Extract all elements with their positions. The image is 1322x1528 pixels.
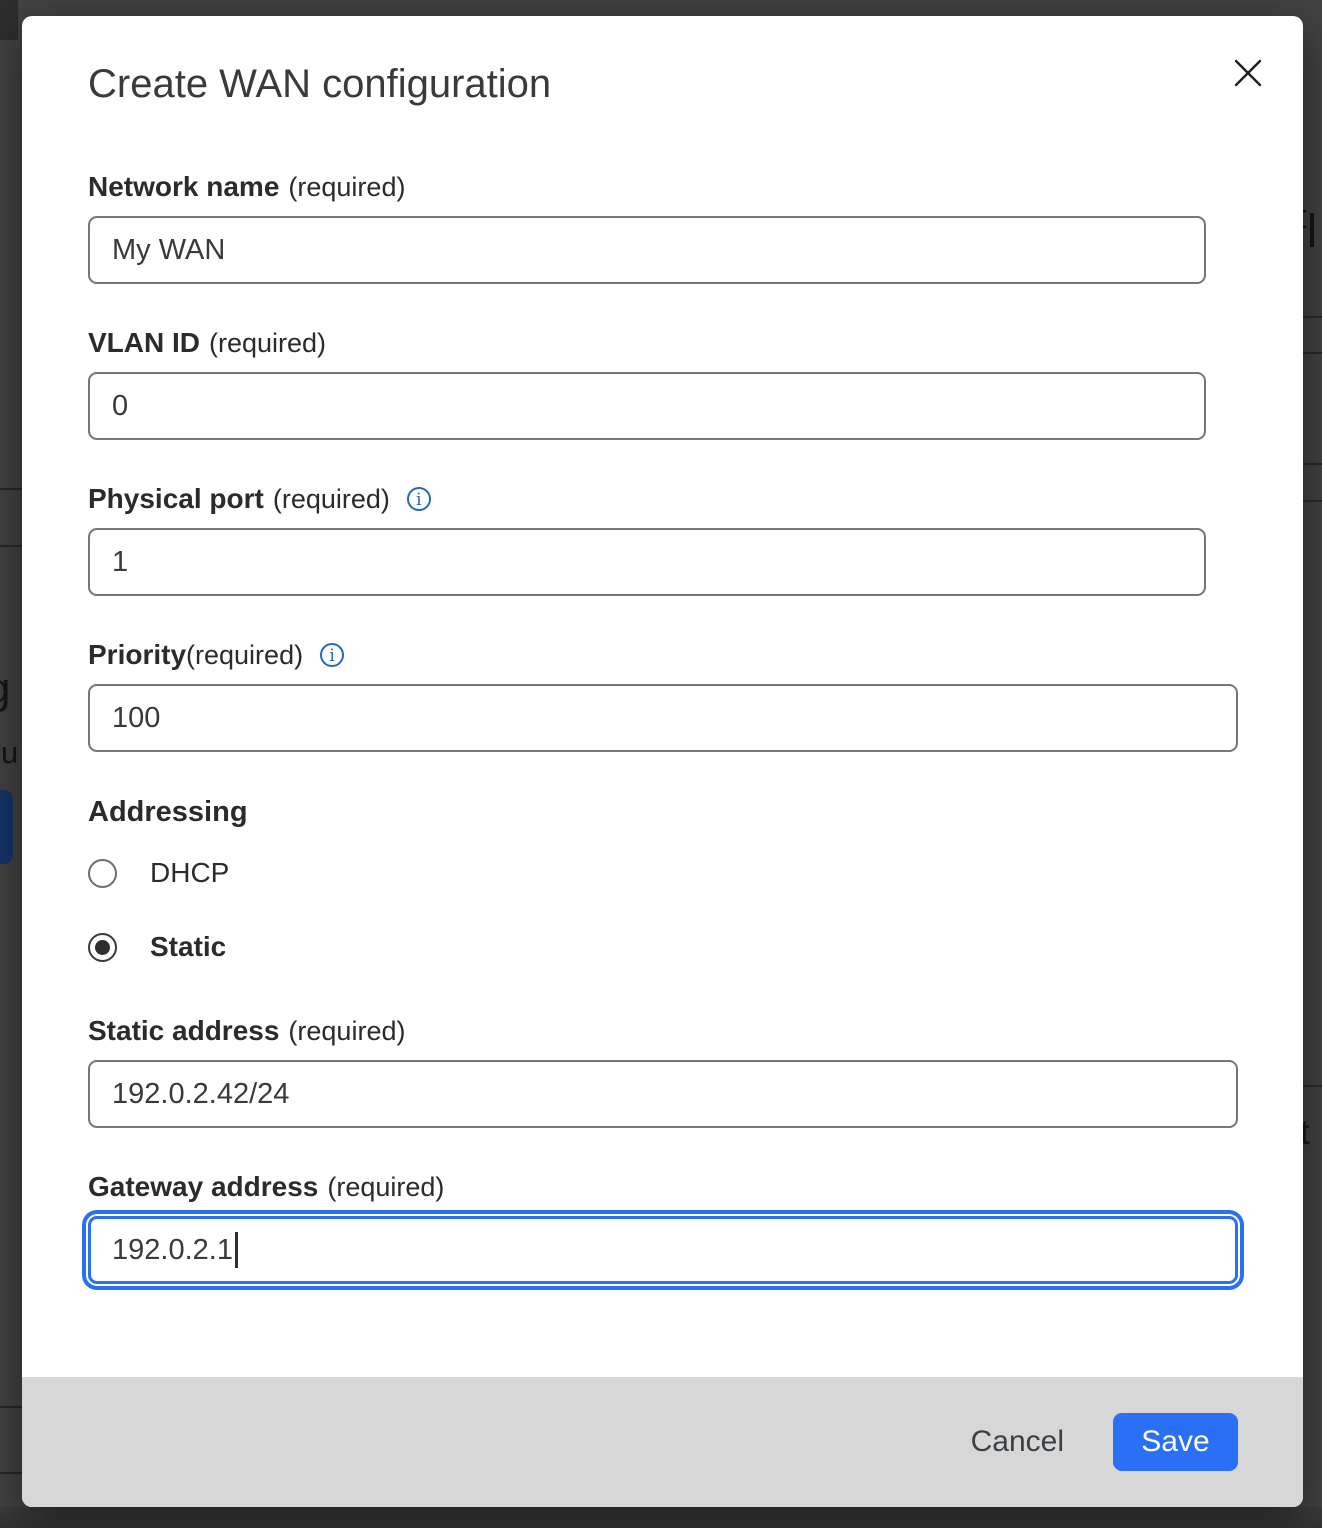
- background-row-line: [1303, 1085, 1322, 1087]
- background-row-line: [0, 488, 22, 490]
- save-button[interactable]: Save: [1113, 1413, 1238, 1471]
- background-row-line: [1303, 463, 1322, 465]
- cancel-button[interactable]: Cancel: [971, 1415, 1064, 1469]
- background-row-line: [0, 1406, 22, 1408]
- info-icon[interactable]: i: [320, 643, 344, 667]
- static-radio-label: Static: [150, 931, 226, 963]
- priority-input[interactable]: [88, 684, 1238, 752]
- dhcp-radio-label: DHCP: [150, 857, 229, 889]
- background-row-line: [1303, 316, 1322, 318]
- background-row-line: [1303, 352, 1322, 354]
- gateway-address-label-row: Gateway address (required): [88, 1170, 1303, 1204]
- background-text-fragment: u: [1, 735, 18, 771]
- radio-selected-icon[interactable]: [88, 933, 117, 962]
- required-marker: (required): [209, 326, 326, 360]
- physical-port-label-row: Physical port (required) i: [88, 482, 1303, 516]
- dialog-footer: Cancel Save: [22, 1377, 1303, 1507]
- gateway-address-label: Gateway address: [88, 1170, 318, 1204]
- radio-unselected-icon[interactable]: [88, 859, 117, 888]
- addressing-option-static[interactable]: Static: [88, 928, 1303, 966]
- vlan-id-input[interactable]: [88, 372, 1206, 440]
- vlan-id-label: VLAN ID: [88, 326, 200, 360]
- network-name-label: Network name: [88, 170, 279, 204]
- background-row-line: [1303, 500, 1322, 502]
- background-row-line: [0, 545, 22, 547]
- vlan-id-label-row: VLAN ID (required): [88, 326, 1303, 360]
- background-text-fragment: g: [0, 664, 10, 714]
- physical-port-label: Physical port: [88, 482, 264, 516]
- network-name-label-row: Network name (required): [88, 170, 1303, 204]
- required-marker: (required): [288, 170, 405, 204]
- required-marker: (required): [327, 1170, 444, 1204]
- background-row-line: [0, 1472, 22, 1474]
- info-icon[interactable]: i: [407, 487, 431, 511]
- priority-label-row: Priority (required) i: [88, 638, 1303, 672]
- priority-label: Priority: [88, 638, 186, 672]
- background-corner-patch: [0, 0, 18, 40]
- background-bottom-strip: [0, 1507, 1322, 1528]
- text-caret: [235, 1232, 238, 1268]
- create-wan-configuration-dialog: Create WAN configuration Network name (r…: [22, 16, 1303, 1507]
- gateway-address-value: 192.0.2.1: [112, 1234, 233, 1267]
- physical-port-input[interactable]: [88, 528, 1206, 596]
- static-address-label: Static address: [88, 1014, 279, 1048]
- required-marker: (required): [186, 638, 303, 672]
- gateway-address-input[interactable]: 192.0.2.1: [88, 1216, 1238, 1284]
- background-text-fragment: [1310, 213, 1314, 247]
- addressing-heading: Addressing: [88, 794, 1303, 830]
- required-marker: (required): [273, 482, 390, 516]
- dialog-title: Create WAN configuration: [88, 60, 1303, 108]
- static-address-input[interactable]: [88, 1060, 1238, 1128]
- addressing-option-dhcp[interactable]: DHCP: [88, 854, 1303, 892]
- required-marker: (required): [288, 1014, 405, 1048]
- network-name-input[interactable]: [88, 216, 1206, 284]
- static-address-label-row: Static address (required): [88, 1014, 1303, 1048]
- background-button-fragment: [0, 790, 13, 864]
